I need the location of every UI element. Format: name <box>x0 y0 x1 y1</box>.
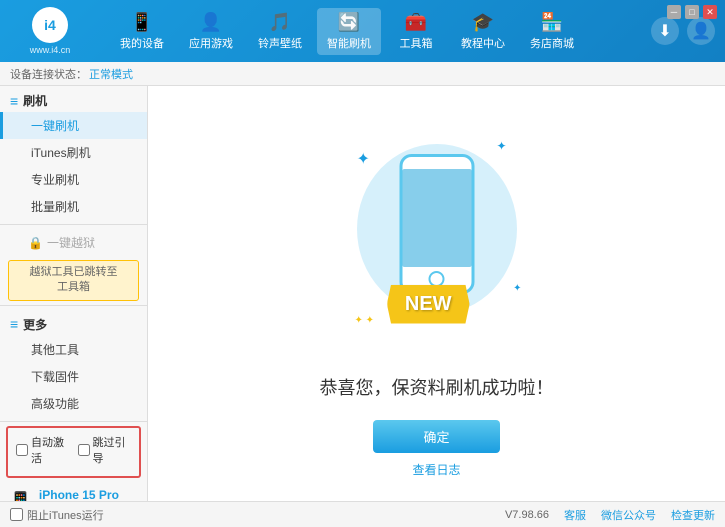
new-badge: NEW <box>387 285 470 324</box>
my-device-icon: 📱 <box>131 12 153 33</box>
quick-guide-checkbox[interactable] <box>78 444 90 456</box>
itunes-checkbox-label[interactable]: 阻止iTunes运行 <box>10 507 104 523</box>
flash-section-icon: ≡ <box>10 93 18 109</box>
app-header: i4 www.i4.cn 📱 我的设备 👤 应用游戏 🎵 铃声壁纸 🔄 智能刷机 <box>0 0 725 62</box>
breadcrumb-status: 正常模式 <box>89 66 133 82</box>
new-stars: ✦ ✦ <box>355 315 375 326</box>
success-message: 恭喜您，保资料刷机成功啦！ <box>320 374 554 400</box>
nav-ringtones[interactable]: 🎵 铃声壁纸 <box>248 8 312 55</box>
auto-activate-checkbox[interactable] <box>16 444 28 456</box>
footer: 阻止iTunes运行 V7.98.66 客服 微信公众号 检查更新 <box>0 501 725 527</box>
auto-activate-label[interactable]: 自动激活 <box>16 434 70 466</box>
lock-icon: 🔒 <box>28 236 43 250</box>
jailbreak-label: 一键越狱 <box>47 234 95 251</box>
nav-toolbox[interactable]: 🧰 工具箱 <box>386 8 446 55</box>
smart-flash-icon: 🔄 <box>338 12 360 33</box>
tutorials-icon: 🎓 <box>472 12 494 33</box>
sidebar-item-download-firmware[interactable]: 下载固件 <box>0 363 147 390</box>
content-area: ✦ ✦ ✦ NEW ✦ ✦ 恭喜您，保资料刷机成功啦！ 确定 查看日志 <box>148 86 725 525</box>
minimize-button[interactable]: ─ <box>667 5 681 19</box>
logo-subtitle: www.i4.cn <box>30 45 71 55</box>
download-button[interactable]: ⬇ <box>651 17 679 45</box>
nav-smart-flash[interactable]: 🔄 智能刷机 <box>317 8 381 55</box>
confirm-button[interactable]: 确定 <box>373 420 499 453</box>
sparkle-icon-3: ✦ <box>513 283 521 294</box>
customer-service-link[interactable]: 客服 <box>564 507 586 523</box>
sidebar-item-other-tools[interactable]: 其他工具 <box>0 336 147 363</box>
more-section-icon: ≡ <box>10 316 18 332</box>
sidebar: ≡ 刷机 一键刷机 iTunes刷机 专业刷机 批量刷机 🔒 一键越狱 越狱工具… <box>0 86 148 525</box>
new-badge-text: NEW <box>405 293 452 315</box>
header-actions: ⬇ 👤 <box>651 17 715 45</box>
sidebar-section-flash: ≡ 刷机 <box>0 86 147 112</box>
sidebar-item-itunes-flash[interactable]: iTunes刷机 <box>0 139 147 166</box>
sidebar-item-pro-flash[interactable]: 专业刷机 <box>0 166 147 193</box>
phone-shape <box>399 154 474 294</box>
success-illustration: ✦ ✦ ✦ NEW ✦ ✦ <box>337 134 537 354</box>
apps-icon: 👤 <box>200 12 222 33</box>
sidebar-section-jailbreak: 🔒 一键越狱 <box>0 229 147 256</box>
jailbreak-note: 越狱工具已跳转至工具箱 <box>8 260 139 301</box>
sidebar-item-one-key-flash[interactable]: 一键刷机 <box>0 112 147 139</box>
toolbox-icon: 🧰 <box>405 12 427 33</box>
quick-guide-label[interactable]: 跳过引导 <box>78 434 132 466</box>
checkbox-row: 自动激活 跳过引导 <box>16 434 131 466</box>
check-update-link[interactable]: 检查更新 <box>671 507 715 523</box>
sidebar-section-more: ≡ 更多 <box>0 310 147 336</box>
sidebar-item-advanced[interactable]: 高级功能 <box>0 390 147 417</box>
logo: i4 www.i4.cn <box>10 7 90 55</box>
nav-store[interactable]: 🏪 务店商城 <box>520 8 584 55</box>
ringtones-icon: 🎵 <box>269 12 291 33</box>
nav-apps-games[interactable]: 👤 应用游戏 <box>179 8 243 55</box>
footer-right: V7.98.66 客服 微信公众号 检查更新 <box>505 507 715 523</box>
sparkle-icon-2: ✦ <box>496 139 506 153</box>
main-container: ≡ 刷机 一键刷机 iTunes刷机 专业刷机 批量刷机 🔒 一键越狱 越狱工具… <box>0 86 725 525</box>
wechat-link[interactable]: 微信公众号 <box>601 507 656 523</box>
nav-tutorials[interactable]: 🎓 教程中心 <box>451 8 515 55</box>
version-text: V7.98.66 <box>505 509 549 521</box>
flash-section-label: 刷机 <box>23 92 47 109</box>
phone-home-btn <box>429 271 445 287</box>
user-button[interactable]: 👤 <box>687 17 715 45</box>
auto-activate-section: 自动激活 跳过引导 <box>6 426 141 478</box>
main-nav: 📱 我的设备 👤 应用游戏 🎵 铃声壁纸 🔄 智能刷机 🧰 工具箱 🎓 <box>110 8 651 55</box>
sidebar-item-batch-flash[interactable]: 批量刷机 <box>0 193 147 220</box>
itunes-label: 阻止iTunes运行 <box>27 507 104 523</box>
more-section-label: 更多 <box>23 316 47 333</box>
sparkle-icon-1: ✦ <box>357 149 370 169</box>
store-icon: 🏪 <box>541 12 563 33</box>
phone-screen <box>402 169 471 267</box>
view-log-link[interactable]: 查看日志 <box>412 461 460 478</box>
breadcrumb: 设备连接状态： 正常模式 <box>0 62 725 86</box>
nav-my-device[interactable]: 📱 我的设备 <box>110 8 174 55</box>
logo-circle: i4 <box>32 7 68 43</box>
breadcrumb-prefix: 设备连接状态： <box>10 66 87 82</box>
close-button[interactable]: ✕ <box>703 5 717 19</box>
footer-left: 阻止iTunes运行 <box>10 507 490 523</box>
itunes-checkbox[interactable] <box>10 508 23 521</box>
maximize-button[interactable]: □ <box>685 5 699 19</box>
